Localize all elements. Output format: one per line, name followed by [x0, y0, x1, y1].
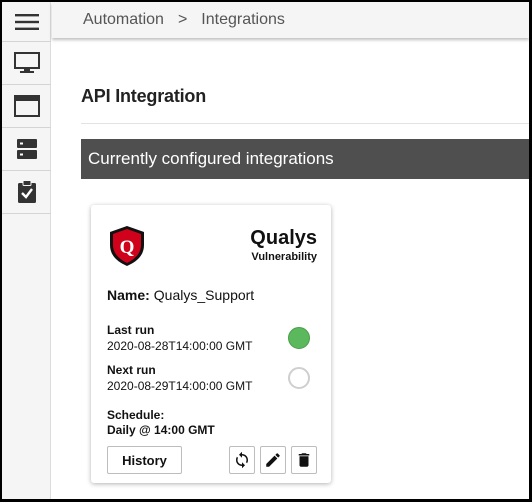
- pencil-icon: [266, 453, 280, 467]
- breadcrumb-automation[interactable]: Automation: [83, 11, 164, 29]
- integration-name: Name: Qualys_Support: [107, 287, 254, 303]
- delete-button[interactable]: [291, 446, 317, 474]
- next-run-value: 2020-08-29T14:00:00 GMT: [107, 379, 253, 393]
- sidebar-item-window[interactable]: [2, 85, 51, 128]
- page-title: API Integration: [81, 86, 207, 106]
- integration-card: Q Qualys Vulnerability Name: Qualys_Suppo…: [91, 205, 331, 483]
- breadcrumb: Automation > Integrations: [52, 2, 529, 38]
- browser-window-icon: [13, 95, 40, 117]
- last-run-label: Last run: [107, 323, 155, 337]
- next-run-status-indicator: [288, 367, 310, 389]
- edit-button[interactable]: [260, 446, 286, 474]
- last-run-value: 2020-08-28T14:00:00 GMT: [107, 339, 253, 353]
- vendor-name: Qualys: [250, 227, 317, 249]
- sidebar-menu-toggle[interactable]: [2, 2, 51, 42]
- vendor-type: Vulnerability: [251, 251, 317, 263]
- sidebar-item-server[interactable]: [2, 128, 51, 171]
- sync-icon: [236, 451, 248, 469]
- schedule-label: Schedule:: [107, 408, 165, 422]
- title-divider: [81, 123, 529, 124]
- monitor-icon: [13, 52, 40, 73]
- app-frame: Automation > Integrations API Integratio…: [2, 2, 529, 499]
- breadcrumb-integrations[interactable]: Integrations: [201, 11, 285, 29]
- clipboard-check-icon: [17, 180, 36, 203]
- schedule-value: Daily @ 14:00 GMT: [107, 423, 215, 437]
- breadcrumb-separator: >: [177, 11, 188, 28]
- name-label: Name:: [107, 287, 150, 303]
- sync-button[interactable]: [229, 446, 255, 474]
- hamburger-icon: [14, 13, 39, 30]
- name-value: Qualys_Support: [153, 287, 255, 303]
- sidebar-item-tasks[interactable]: [2, 171, 51, 214]
- section-header: Currently configured integrations: [81, 139, 529, 179]
- last-run-status-indicator: [288, 327, 310, 349]
- sidebar: [2, 2, 51, 499]
- qualys-logo-icon: Q: [110, 226, 144, 266]
- next-run-label: Next run: [107, 363, 156, 377]
- logo-letter: Q: [120, 237, 135, 258]
- history-button[interactable]: History: [107, 446, 182, 474]
- sidebar-item-monitor[interactable]: [2, 42, 51, 85]
- server-icon: [16, 139, 37, 159]
- trash-icon: [298, 453, 310, 467]
